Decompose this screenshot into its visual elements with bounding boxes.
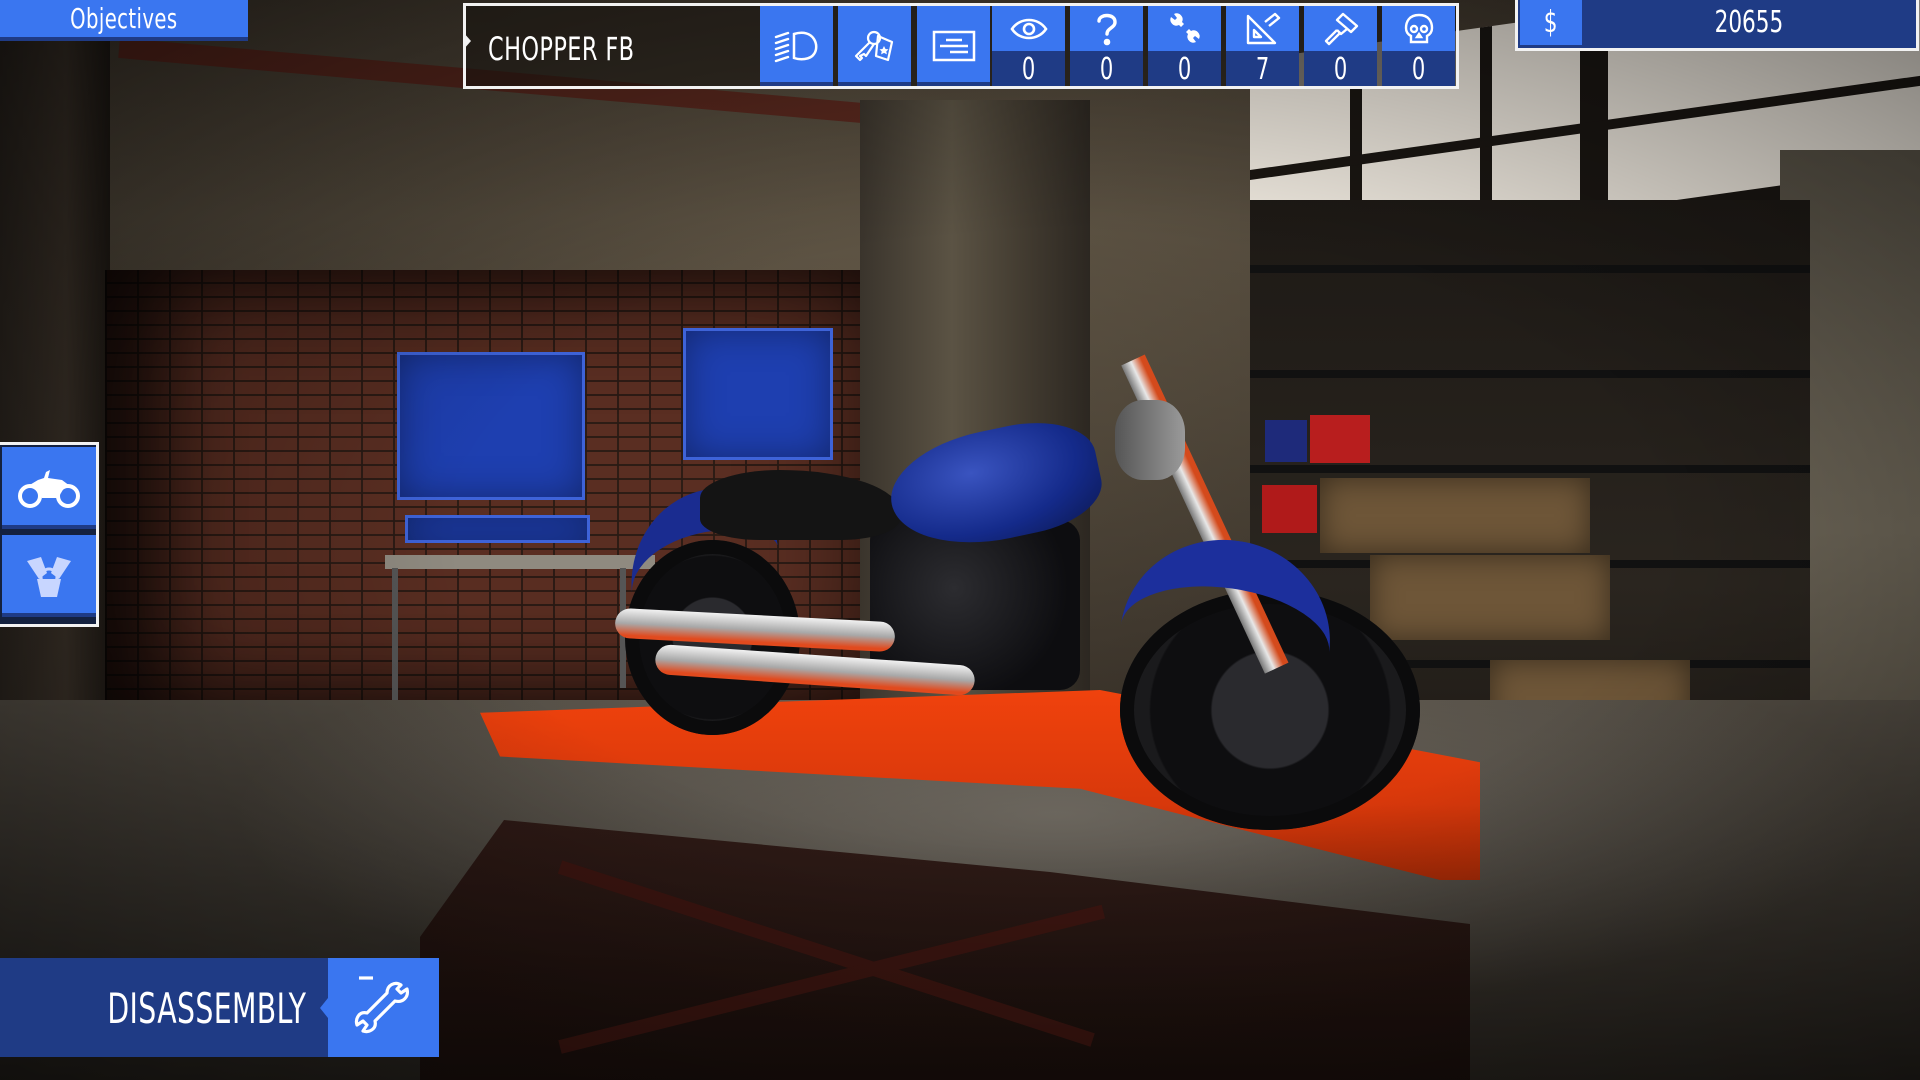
blueprint-poster: [397, 352, 585, 500]
dollar-icon: $: [1520, 0, 1582, 45]
stat-value: 0: [1411, 52, 1426, 87]
motorcycle-icon: [18, 468, 80, 508]
stat-value: 0: [1021, 52, 1036, 87]
crate: [1262, 485, 1317, 533]
mode-label-area: DISASSEMBLY: [0, 958, 328, 1057]
keys-button[interactable]: [838, 6, 911, 86]
ruler-triangle-icon: [1245, 12, 1281, 46]
crate: [1310, 415, 1370, 463]
skull-icon: [1404, 13, 1434, 45]
headlight-icon: [774, 28, 820, 64]
lights-button[interactable]: [760, 6, 833, 86]
pointer-arrow: [320, 998, 328, 1018]
blueprint-poster: [683, 328, 833, 460]
headlight: [1115, 400, 1185, 480]
crate: [1265, 420, 1307, 462]
money-amount: 20655: [1714, 5, 1784, 40]
motorcycle-view-button[interactable]: [2, 447, 96, 529]
stat-measure[interactable]: 7: [1226, 6, 1299, 87]
shelf-board: [1250, 265, 1810, 273]
stat-value: 0: [1333, 52, 1348, 87]
vehicle-toolbar: CHOPPER FB 0 0 0 7 0 0: [463, 3, 1459, 89]
keys-icon: [852, 26, 898, 66]
garage-scene: [0, 0, 1920, 1080]
document-icon: [932, 30, 976, 62]
mode-label: DISASSEMBLY: [107, 984, 306, 1033]
shelf-board: [1250, 370, 1810, 378]
stat-value: 7: [1255, 52, 1270, 87]
stat-value: 0: [1099, 52, 1114, 87]
cardboard-box: [1370, 555, 1610, 640]
money-display: $ 20655: [1515, 0, 1919, 51]
objectives-label: Objectives: [70, 2, 178, 35]
chevron-right-icon: [463, 32, 471, 50]
blueprint-poster: [405, 515, 590, 543]
wrench-icon: [1168, 12, 1202, 45]
paint-roller-icon: [1323, 12, 1359, 46]
engine-view-button[interactable]: [2, 535, 96, 617]
shelf-board: [1250, 465, 1810, 473]
stat-repair[interactable]: 0: [1148, 6, 1221, 87]
objectives-button[interactable]: Objectives: [0, 0, 248, 41]
cardboard-box: [1320, 478, 1590, 553]
workbench: [385, 555, 655, 569]
stat-value: 0: [1177, 52, 1192, 87]
question-icon: [1096, 12, 1118, 46]
disassembly-mode-button[interactable]: DISASSEMBLY: [0, 958, 439, 1057]
stat-unknown[interactable]: 0: [1070, 6, 1143, 87]
info-button[interactable]: [917, 6, 990, 86]
vehicle-name: CHOPPER FB: [488, 30, 635, 68]
eye-icon: [1009, 16, 1048, 42]
left-pillar: [0, 40, 110, 760]
wrench-icon: [353, 975, 415, 1041]
stat-destroyed[interactable]: 0: [1382, 6, 1455, 87]
engine-icon: [25, 553, 73, 599]
stat-inspected[interactable]: 0: [992, 6, 1065, 87]
mode-icon-area: [320, 958, 439, 1057]
stat-paint[interactable]: 0: [1304, 6, 1377, 87]
view-mode-panel: [0, 442, 99, 627]
